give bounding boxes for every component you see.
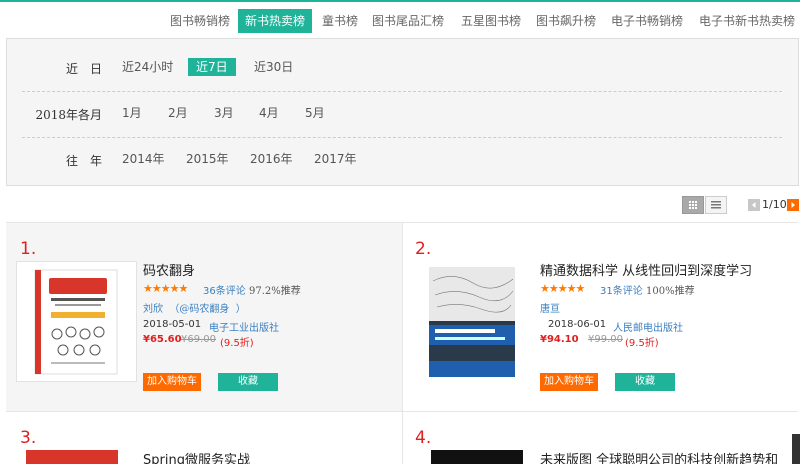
author-link[interactable]: 刘欣 （@码农翻身 ）	[143, 300, 246, 315]
prev-page-button[interactable]	[748, 199, 760, 211]
rank-number: 1.	[20, 239, 37, 259]
top-accent-line	[0, 0, 800, 3]
tab-bestseller[interactable]: 图书畅销榜	[165, 9, 235, 33]
recommend-rate: 97.2%推荐	[249, 286, 301, 297]
discount-rate: (9.5折)	[625, 338, 659, 349]
rank-number: 2.	[415, 239, 432, 259]
filter-label-month: 2018年各月	[35, 108, 102, 122]
review-count[interactable]: 31条评论	[600, 282, 643, 297]
filter-row-recent: 近 日 近24小时 近7日 近30日	[22, 46, 782, 92]
add-to-cart-button[interactable]: 加入购物车	[143, 373, 201, 391]
ranking-tabs: 图书畅销榜 新书热卖榜 童书榜 图书尾品汇榜 五星图书榜 图书飙升榜 电子书畅销…	[0, 9, 800, 33]
book-title[interactable]: 未来版图 全球聪明公司的科技创新趋势和	[540, 449, 778, 464]
publish-date: 2018-06-01	[548, 319, 607, 330]
rank-number: 4.	[415, 428, 432, 448]
filter-label-year: 往 年	[65, 154, 102, 168]
grid-icon	[689, 201, 697, 209]
favorite-button[interactable]: 收藏	[218, 373, 278, 391]
product-card: 2. 精通数据科学 从线性回归到深度学习 ★★★★★ 31条评论 100%推荐 …	[402, 222, 798, 411]
publish-date: 2018-05-01	[143, 319, 202, 330]
time-filter-panel: 近 日 近24小时 近7日 近30日 2018年各月 1月 2月 3月 4月 5…	[6, 38, 799, 186]
filter-option-7d[interactable]: 近7日	[188, 58, 236, 76]
tab-ebook-bestseller[interactable]: 电子书畅销榜	[605, 9, 689, 33]
product-card: 1. 码农翻身 ★★★★★ 36条评论 97.2%推荐 刘欣 （@码农翻身 ） …	[6, 222, 402, 411]
filter-option-jan[interactable]: 1月	[114, 104, 150, 122]
filter-row-month: 2018年各月 1月 2月 3月 4月 5月	[22, 92, 782, 138]
chevron-left-icon	[752, 202, 756, 208]
original-price: ¥99.00	[588, 334, 623, 345]
filter-option-2017[interactable]: 2017年	[306, 150, 365, 168]
filter-row-year: 往 年 2014年 2015年 2016年 2017年	[22, 138, 782, 184]
book-cover-image	[34, 269, 118, 375]
product-card: 4. 未来版图 全球聪明公司的科技创新趋势和	[402, 411, 798, 464]
filter-option-24h[interactable]: 近24小时	[114, 58, 181, 76]
book-cover[interactable]	[16, 261, 137, 382]
author-link[interactable]: 唐亘	[540, 300, 560, 315]
list-icon	[711, 201, 721, 209]
filter-label-recent: 近 日	[65, 62, 102, 76]
book-title[interactable]: 精通数据科学 从线性回归到深度学习	[540, 260, 752, 279]
star-rating: ★★★★★	[540, 282, 585, 295]
tab-five-star[interactable]: 五星图书榜	[455, 9, 527, 33]
next-page-button[interactable]	[787, 199, 799, 211]
tab-clearance[interactable]: 图书尾品汇榜	[368, 9, 448, 33]
book-cover[interactable]	[431, 450, 523, 464]
original-price: ¥69.00	[181, 334, 216, 345]
sale-price: ¥94.10	[540, 334, 579, 345]
filter-option-2016[interactable]: 2016年	[242, 150, 301, 168]
filter-option-mar[interactable]: 3月	[206, 104, 242, 122]
discount-rate: (9.5折)	[220, 338, 254, 349]
recommend-rate: 100%推荐	[646, 286, 695, 297]
product-card: 3. Spring微服务实战	[6, 411, 402, 464]
book-title[interactable]: 码农翻身	[143, 260, 195, 279]
filter-option-apr[interactable]: 4月	[251, 104, 287, 122]
filter-option-feb[interactable]: 2月	[160, 104, 196, 122]
review-count[interactable]: 36条评论	[203, 282, 246, 297]
star-rating: ★★★★★	[143, 282, 188, 295]
side-float-tab[interactable]	[792, 434, 800, 464]
filter-option-2014[interactable]: 2014年	[114, 150, 173, 168]
grid-view-toggle[interactable]	[682, 196, 704, 214]
sale-price: ¥65.60	[143, 334, 182, 345]
book-title[interactable]: Spring微服务实战	[143, 449, 250, 464]
book-cover[interactable]	[26, 450, 118, 464]
tab-new-hot[interactable]: 新书热卖榜	[238, 9, 312, 33]
favorite-button[interactable]: 收藏	[615, 373, 675, 391]
book-cover[interactable]	[423, 261, 544, 382]
add-to-cart-button[interactable]: 加入购物车	[540, 373, 598, 391]
list-view-toggle[interactable]	[705, 196, 727, 214]
page-indicator: 1/10	[762, 198, 787, 211]
filter-option-30d[interactable]: 近30日	[246, 58, 301, 76]
tab-children[interactable]: 童书榜	[316, 9, 364, 33]
rank-number: 3.	[20, 428, 37, 448]
filter-option-2015[interactable]: 2015年	[178, 150, 237, 168]
tab-ebook-new[interactable]: 电子书新书热卖榜	[694, 9, 800, 33]
publisher-link[interactable]: 人民邮电出版社	[613, 319, 683, 334]
publisher-link[interactable]: 电子工业出版社	[209, 319, 279, 334]
chevron-right-icon	[791, 202, 795, 208]
filter-option-may[interactable]: 5月	[297, 104, 333, 122]
tab-rising[interactable]: 图书飙升榜	[530, 9, 602, 33]
book-cover-image	[429, 267, 515, 377]
